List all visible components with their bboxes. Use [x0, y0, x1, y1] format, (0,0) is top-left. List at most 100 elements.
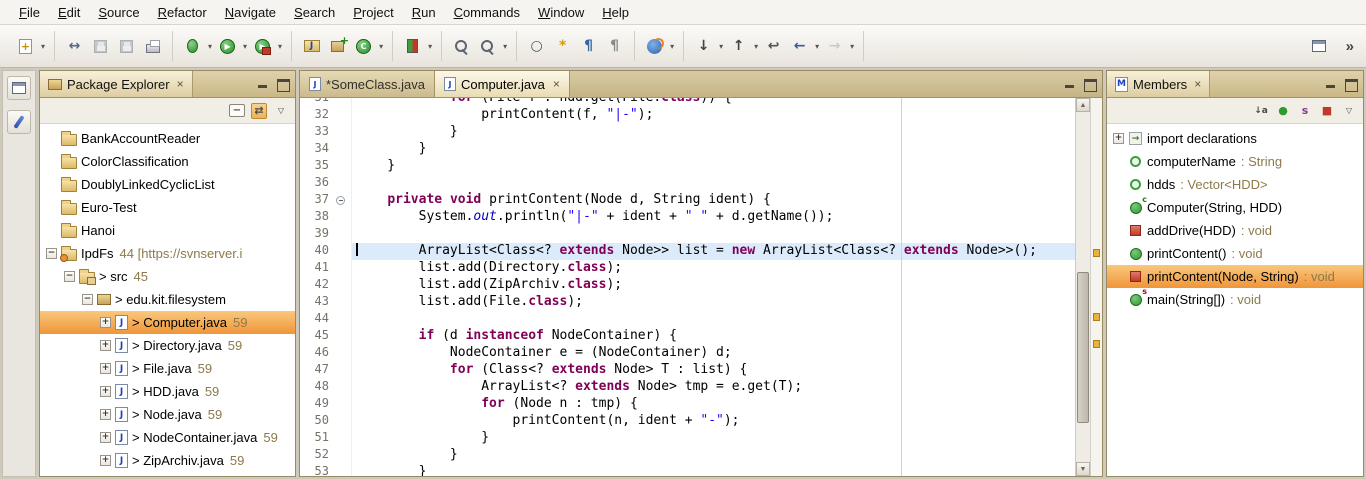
highlight-button[interactable]: *: [550, 34, 575, 59]
open-task-button[interactable]: ↔: [62, 34, 87, 59]
expander-minus-icon[interactable]: −: [46, 248, 57, 259]
dropdown-arrow-icon[interactable]: ▾: [206, 42, 214, 51]
view-menu-icon[interactable]: ▽: [273, 103, 289, 119]
menu-item-project[interactable]: Project: [344, 2, 402, 23]
minimize-icon[interactable]: [1063, 78, 1076, 90]
editor-vertical-scrollbar[interactable]: ▲ ▼: [1075, 98, 1090, 476]
tree-item[interactable]: +J> NodeContainer.java59: [40, 426, 295, 449]
code-text[interactable]: list.add(File.class);: [352, 294, 1075, 311]
new-class-button[interactable]: C: [351, 34, 376, 59]
show-whitespace-button[interactable]: ¶: [576, 34, 601, 59]
open-element-button[interactable]: ○: [524, 34, 549, 59]
code-text[interactable]: NodeContainer e = (NodeContainer) d;: [352, 345, 1075, 362]
fold-minus-icon[interactable]: [336, 196, 345, 205]
editor-tab[interactable]: JComputer.java×: [435, 71, 570, 97]
minimize-icon[interactable]: [256, 78, 269, 90]
scrollbar-thumb[interactable]: [1077, 272, 1089, 423]
menu-item-file[interactable]: File: [10, 2, 49, 23]
new-package-button[interactable]: [325, 34, 350, 59]
code-text[interactable]: for (File f : hdd.get(File.class)) {: [352, 98, 1075, 107]
code-text[interactable]: [352, 226, 1075, 243]
dropdown-arrow-icon[interactable]: ▾: [501, 42, 509, 51]
format-button[interactable]: ¶: [602, 34, 627, 59]
dropdown-arrow-icon[interactable]: ▾: [813, 42, 821, 51]
toolbar-overflow-icon[interactable]: »: [1346, 38, 1354, 55]
expander-plus-icon[interactable]: +: [100, 340, 111, 351]
close-icon[interactable]: ×: [175, 77, 184, 91]
menu-item-window[interactable]: Window: [529, 2, 593, 23]
close-icon[interactable]: ×: [1192, 77, 1201, 91]
minimize-icon[interactable]: [1324, 78, 1337, 90]
menu-item-navigate[interactable]: Navigate: [216, 2, 285, 23]
member-item[interactable]: printContent() : void: [1107, 242, 1363, 265]
code-text[interactable]: }: [352, 464, 1075, 476]
tree-item[interactable]: −IpdFs44 [https://svnserver.i: [40, 242, 295, 265]
tree-item[interactable]: +J> Computer.java59: [40, 311, 295, 334]
maximize-icon[interactable]: [1083, 78, 1096, 90]
tree-item[interactable]: Hanoi: [40, 219, 295, 242]
next-annotation-button[interactable]: ↓: [691, 34, 716, 59]
new-java-project-button[interactable]: J: [299, 34, 324, 59]
prev-annotation-button[interactable]: ↑: [726, 34, 751, 59]
tree-item[interactable]: −> edu.kit.filesystem: [40, 288, 295, 311]
expander-plus-icon[interactable]: +: [100, 432, 111, 443]
menu-item-help[interactable]: Help: [593, 2, 638, 23]
code-text[interactable]: for (Node n : tmp) {: [352, 396, 1075, 413]
view-menu-icon[interactable]: ▽: [1341, 103, 1357, 119]
last-edit-location-button[interactable]: ↩: [761, 34, 786, 59]
dropdown-arrow-icon[interactable]: ▾: [39, 42, 47, 51]
annotation-mark[interactable]: [1093, 340, 1100, 348]
dropdown-arrow-icon[interactable]: ▾: [752, 42, 760, 51]
menu-item-run[interactable]: Run: [403, 2, 445, 23]
code-text[interactable]: [352, 311, 1075, 328]
member-item[interactable]: cComputer(String, HDD): [1107, 196, 1363, 219]
menu-item-search[interactable]: Search: [285, 2, 344, 23]
web-browser-button[interactable]: [642, 34, 667, 59]
tree-item[interactable]: DoublyLinkedCyclicList: [40, 173, 295, 196]
code-text[interactable]: }: [352, 158, 1075, 175]
code-text[interactable]: printContent(f, "|-");: [352, 107, 1075, 124]
link-with-editor-icon[interactable]: ⇄: [251, 103, 267, 119]
java-search-button[interactable]: [449, 34, 474, 59]
menu-item-commands[interactable]: Commands: [445, 2, 529, 23]
dropdown-arrow-icon[interactable]: ▾: [276, 42, 284, 51]
back-button[interactable]: ←: [787, 34, 812, 59]
tree-item[interactable]: +J> HDD.java59: [40, 380, 295, 403]
tree-item[interactable]: BankAccountReader: [40, 127, 295, 150]
open-perspective-button[interactable]: [1307, 34, 1332, 59]
code-text[interactable]: System.out.println("|-" + ident + " " + …: [352, 209, 1075, 226]
hide-static-icon[interactable]: s: [1297, 103, 1313, 119]
code-text[interactable]: ArrayList<Class<? extends Node>> list = …: [352, 243, 1075, 260]
tree-item[interactable]: Euro-Test: [40, 196, 295, 219]
member-item[interactable]: addDrive(HDD) : void: [1107, 219, 1363, 242]
code-text[interactable]: for (Class<? extends Node> T : list) {: [352, 362, 1075, 379]
tree-item[interactable]: +J> ZipArchiv.java59: [40, 449, 295, 472]
tree-item[interactable]: −> src45: [40, 265, 295, 288]
dropdown-arrow-icon[interactable]: ▾: [426, 42, 434, 51]
external-tools-button[interactable]: ▶: [250, 34, 275, 59]
code-text[interactable]: printContent(n, ident + "-");: [352, 413, 1075, 430]
tab-close-icon[interactable]: ×: [550, 77, 560, 91]
expander-plus-icon[interactable]: +: [100, 363, 111, 374]
code-text[interactable]: list.add(ZipArchiv.class);: [352, 277, 1075, 294]
restore-minimized-view-button[interactable]: [7, 76, 31, 100]
dropdown-arrow-icon[interactable]: ▾: [848, 42, 856, 51]
code-text[interactable]: ArrayList<? extends Node> tmp = e.get(T)…: [352, 379, 1075, 396]
package-explorer-tab[interactable]: Package Explorer ×: [40, 71, 193, 97]
hide-fields-icon[interactable]: ●: [1275, 103, 1291, 119]
maximize-icon[interactable]: [276, 78, 289, 90]
menu-item-source[interactable]: Source: [89, 2, 148, 23]
editor-tab[interactable]: J*SomeClass.java: [300, 71, 435, 97]
dropdown-arrow-icon[interactable]: ▾: [377, 42, 385, 51]
member-item[interactable]: +import declarations: [1107, 127, 1363, 150]
dropdown-arrow-icon[interactable]: ▾: [717, 42, 725, 51]
junit-button[interactable]: [400, 34, 425, 59]
expander-plus-icon[interactable]: +: [1113, 133, 1124, 144]
expander-plus-icon[interactable]: +: [100, 409, 111, 420]
menu-item-refactor[interactable]: Refactor: [149, 2, 216, 23]
tree-item[interactable]: ColorClassification: [40, 150, 295, 173]
code-text[interactable]: }: [352, 141, 1075, 158]
overview-ruler[interactable]: [1090, 98, 1102, 476]
java-editor-shortcut-button[interactable]: [7, 110, 31, 134]
member-item[interactable]: hdds : Vector<HDD>: [1107, 173, 1363, 196]
